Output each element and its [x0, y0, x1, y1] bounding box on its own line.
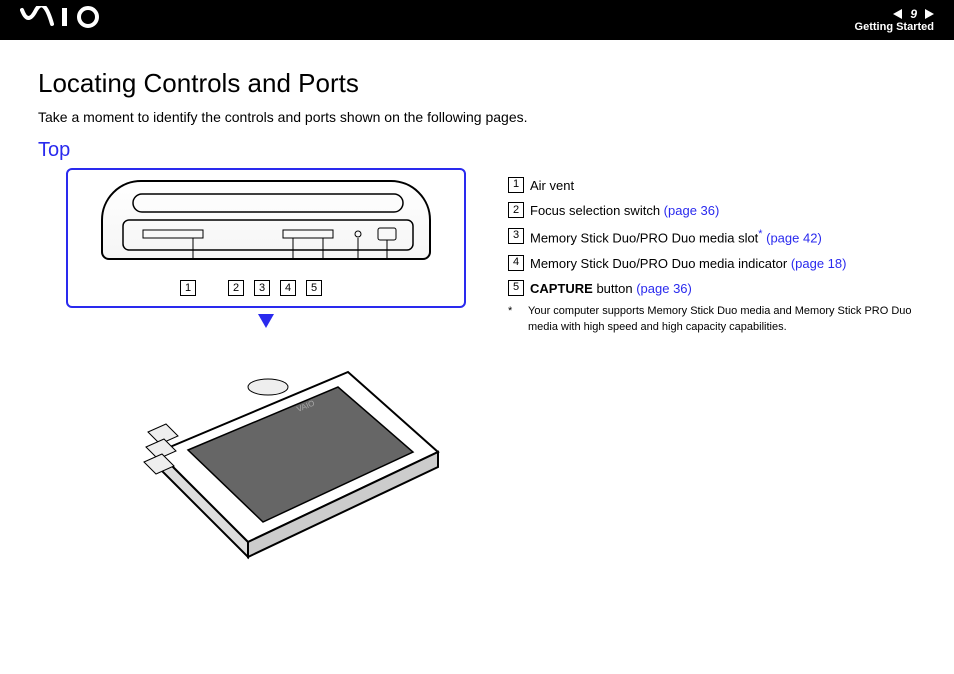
legend-text-1: Air vent	[530, 174, 916, 197]
legend-item-5: 5 CAPTURE button (page 36)	[508, 277, 916, 300]
callout-number-row: 1 2 3 4 5	[180, 280, 322, 296]
legend-num-5: 5	[508, 280, 524, 296]
callout-4: 4	[280, 280, 296, 296]
legend-text-2: Focus selection switch (page 36)	[530, 199, 916, 222]
diagram-column: 1 2 3 4 5	[38, 168, 478, 562]
legend-num-4: 4	[508, 255, 524, 271]
legend-link-2[interactable]: (page 36)	[664, 203, 720, 218]
subheading: Top	[38, 139, 916, 162]
top-view-box: 1 2 3 4 5	[66, 168, 466, 308]
legend-item-1: 1 Air vent	[508, 174, 916, 197]
legend-link-3[interactable]: (page 42)	[763, 230, 822, 245]
prev-page-arrow-icon[interactable]	[893, 9, 902, 19]
legend-num-1: 1	[508, 177, 524, 193]
page-number: 9	[910, 7, 917, 21]
page-title: Locating Controls and Ports	[38, 68, 916, 99]
device-perspective-illustration: VAIO	[118, 332, 458, 562]
legend-item-3: 3 Memory Stick Duo/PRO Duo media slot* (…	[508, 225, 916, 250]
callout-3: 3	[254, 280, 270, 296]
callout-2: 2	[228, 280, 244, 296]
arrow-down-icon	[258, 314, 274, 328]
legend-item-4: 4 Memory Stick Duo/PRO Duo media indicat…	[508, 252, 916, 275]
legend-num-3: 3	[508, 228, 524, 244]
device-top-view-illustration	[101, 180, 431, 260]
callout-1: 1	[180, 280, 196, 296]
legend-text-4: Memory Stick Duo/PRO Duo media indicator…	[530, 252, 916, 275]
intro-text: Take a moment to identify the controls a…	[38, 109, 916, 125]
footnote-mark: *	[508, 304, 518, 335]
next-page-arrow-icon[interactable]	[925, 9, 934, 19]
header-bar: 9 Getting Started	[0, 0, 954, 40]
legend-column: 1 Air vent 2 Focus selection switch (pag…	[508, 168, 916, 335]
legend-link-4[interactable]: (page 18)	[791, 256, 847, 271]
section-label: Getting Started	[855, 21, 934, 33]
callout-5: 5	[306, 280, 322, 296]
footnote-text: Your computer supports Memory Stick Duo …	[528, 304, 916, 335]
header-right: 9 Getting Started	[855, 7, 934, 33]
legend-text-5: CAPTURE button (page 36)	[530, 277, 916, 300]
legend-link-5[interactable]: (page 36)	[636, 281, 692, 296]
legend-num-2: 2	[508, 202, 524, 218]
legend-text-3: Memory Stick Duo/PRO Duo media slot* (pa…	[530, 225, 916, 250]
legend-item-2: 2 Focus selection switch (page 36)	[508, 199, 916, 222]
footnote: * Your computer supports Memory Stick Du…	[508, 304, 916, 335]
page-nav: 9	[893, 7, 934, 21]
page-content: Locating Controls and Ports Take a momen…	[0, 40, 954, 590]
vaio-logo	[20, 6, 120, 34]
